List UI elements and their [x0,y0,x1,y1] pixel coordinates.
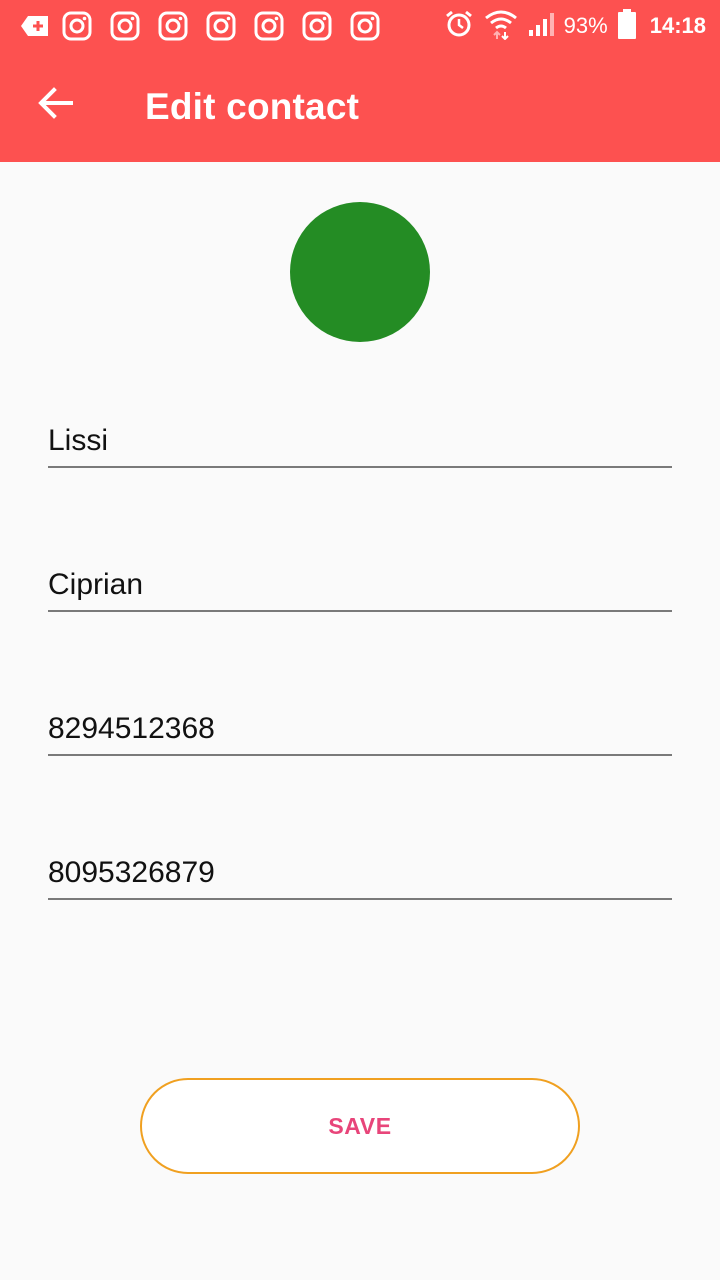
instagram-icon [302,11,332,41]
wifi-icon [484,8,518,45]
system-icons: 93% 14:18 [434,8,706,44]
app-bar: 93% 14:18 Edit contact [0,0,720,162]
instagram-icon [206,11,236,41]
status-bar: 93% 14:18 [0,0,720,52]
phone-input-1[interactable] [48,704,672,754]
notification-icons [20,10,398,42]
first-name-input[interactable] [48,416,672,466]
back-button[interactable] [26,76,84,134]
first-name-field[interactable] [48,416,672,468]
clock: 14:18 [649,13,706,38]
avatar[interactable] [290,202,430,342]
toolbar: Edit contact [0,52,720,162]
instagram-icon [158,11,188,41]
last-name-input[interactable] [48,560,672,610]
phone-field-1[interactable] [48,704,672,756]
instagram-icon [110,11,140,41]
instagram-icon [62,11,92,41]
page-title: Edit contact [145,86,360,127]
message-plus-icon [20,11,50,41]
battery-icon [617,8,636,44]
alarm-icon [444,9,474,44]
instagram-icon [254,11,284,41]
instagram-icon [350,11,380,41]
last-name-field[interactable] [48,560,672,612]
save-button[interactable]: SAVE [140,1078,580,1174]
phone-input-2[interactable] [48,848,672,898]
arrow-back-icon [37,86,73,124]
save-button-label: SAVE [328,1112,392,1139]
battery-percent: 93% [563,13,608,38]
phone-field-2[interactable] [48,848,672,900]
signal-icon [528,11,556,42]
